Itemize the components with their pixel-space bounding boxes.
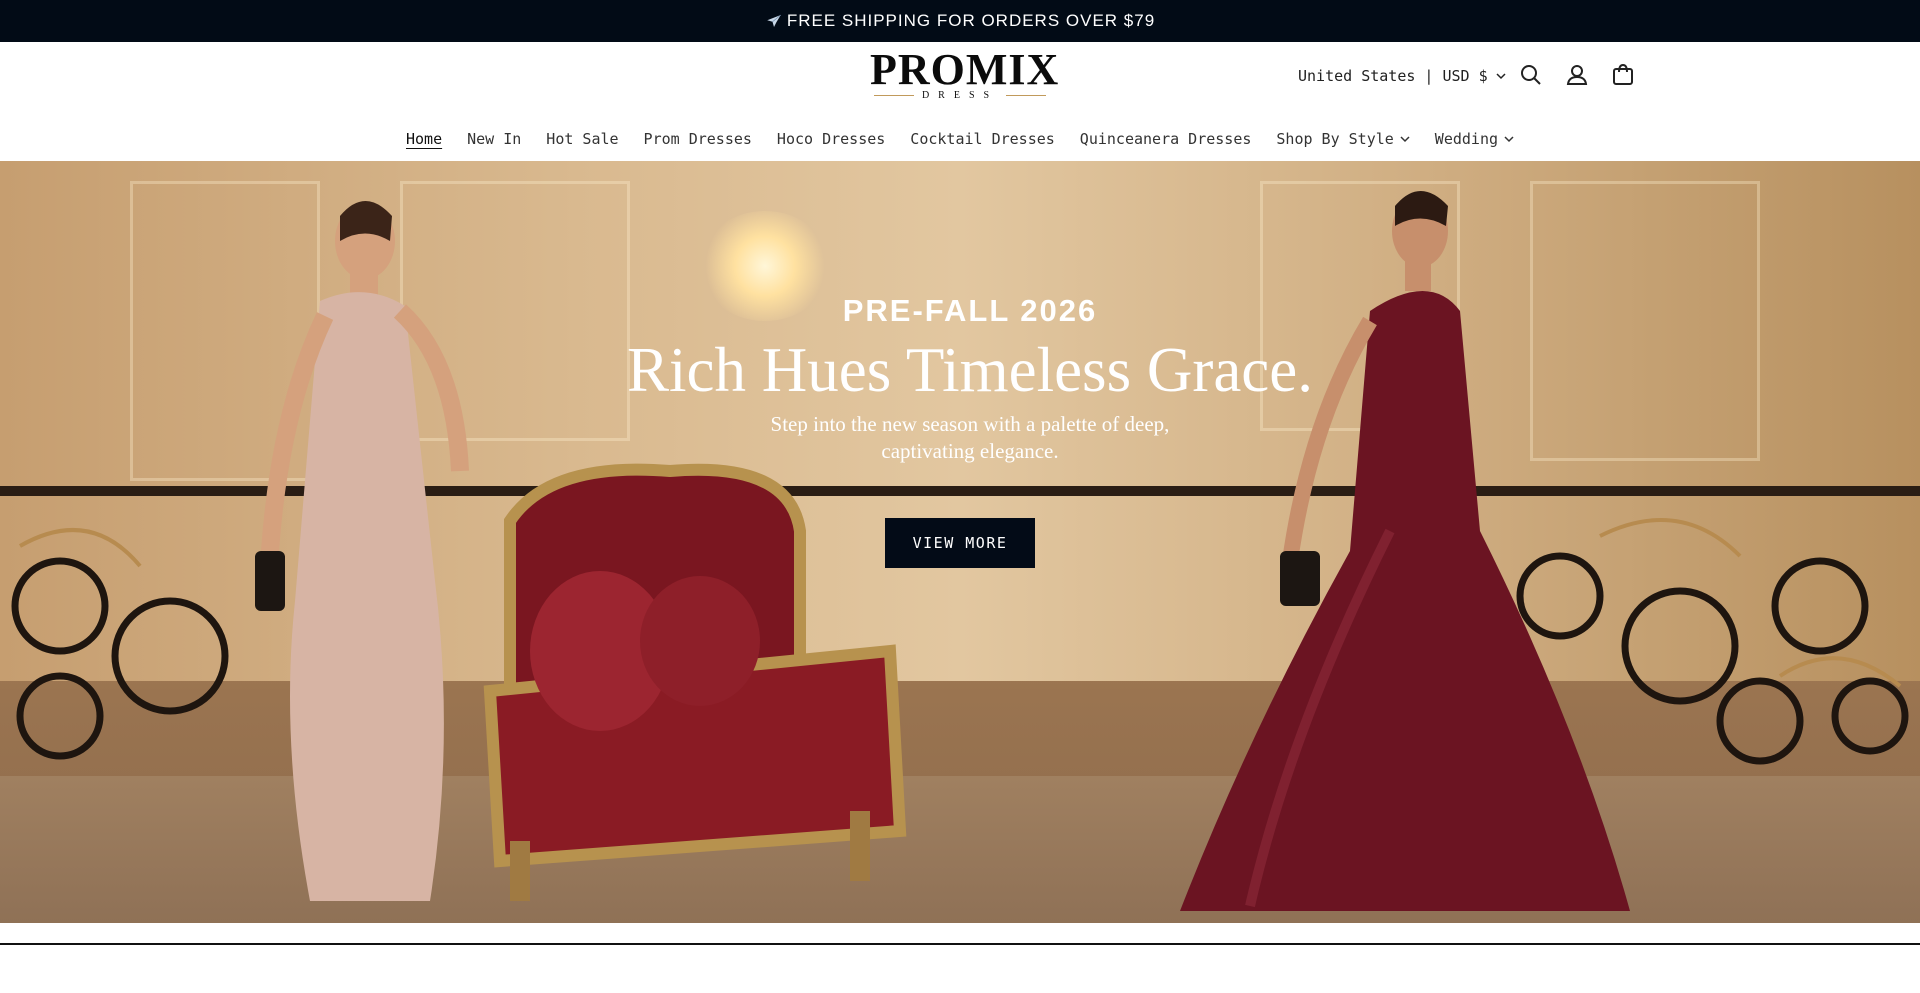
section-divider: [0, 943, 1920, 945]
nav-item-cocktail-dresses[interactable]: Cocktail Dresses: [898, 130, 1068, 148]
chevron-down-icon: [1504, 136, 1514, 143]
chevron-down-icon: [1496, 73, 1506, 80]
armchair: [483, 463, 907, 901]
logo-rule-left: [873, 95, 914, 96]
announcement-text: FREE SHIPPING FOR ORDERS OVER $79: [786, 11, 1156, 30]
nav-item-new-in[interactable]: New In: [455, 130, 534, 148]
main-nav: Home New In Hot Sale Prom Dresses Hoco D…: [0, 124, 1920, 154]
logo-brand: PROMIX: [870, 45, 1060, 94]
announcement-bar: FREE SHIPPING FOR ORDERS OVER $79: [0, 0, 1920, 42]
hero-copy: PRE-FALL 2026 Rich Hues Timeless Grace. …: [560, 293, 1380, 465]
airplane-icon: [767, 14, 781, 27]
hero-banner[interactable]: PRE-FALL 2026 Rich Hues Timeless Grace. …: [0, 161, 1920, 923]
nav-item-wedding[interactable]: Wedding: [1422, 130, 1526, 148]
logo-rule-right: [1006, 95, 1047, 96]
locale-label: United States | USD $: [1298, 67, 1488, 85]
search-icon[interactable]: [1518, 62, 1544, 88]
hero-subtitle-line-1: Step into the new season with a palette …: [770, 412, 1170, 436]
nav-item-prom-dresses[interactable]: Prom Dresses: [631, 130, 764, 148]
nav-item-hoco-dresses[interactable]: Hoco Dresses: [764, 130, 897, 148]
site-header: PROMIX DRESS United States | USD $ Home …: [0, 42, 1920, 160]
nav-item-quinceanera-dresses[interactable]: Quinceanera Dresses: [1067, 130, 1264, 148]
nav-item-home[interactable]: Home: [393, 130, 454, 148]
account-icon[interactable]: [1564, 62, 1590, 88]
nav-item-shop-by-style[interactable]: Shop By Style: [1264, 130, 1422, 148]
nav-item-hot-sale[interactable]: Hot Sale: [534, 130, 631, 148]
model-right-figure: [1180, 191, 1630, 911]
hero-subtitle-line-2: captivating elegance.: [881, 439, 1059, 463]
logo-subtitle-text: DRESS: [921, 90, 999, 101]
logo[interactable]: PROMIX DRESS: [870, 45, 1060, 102]
chevron-down-icon: [1400, 136, 1410, 143]
model-left-figure: [255, 201, 469, 902]
cart-icon[interactable]: [1610, 62, 1636, 88]
view-more-button[interactable]: VIEW MORE: [885, 518, 1035, 568]
locale-selector[interactable]: United States | USD $: [1298, 62, 1506, 90]
hero-title: Rich Hues Timeless Grace.: [627, 335, 1313, 405]
hero-kicker: PRE-FALL 2026: [842, 293, 1098, 328]
